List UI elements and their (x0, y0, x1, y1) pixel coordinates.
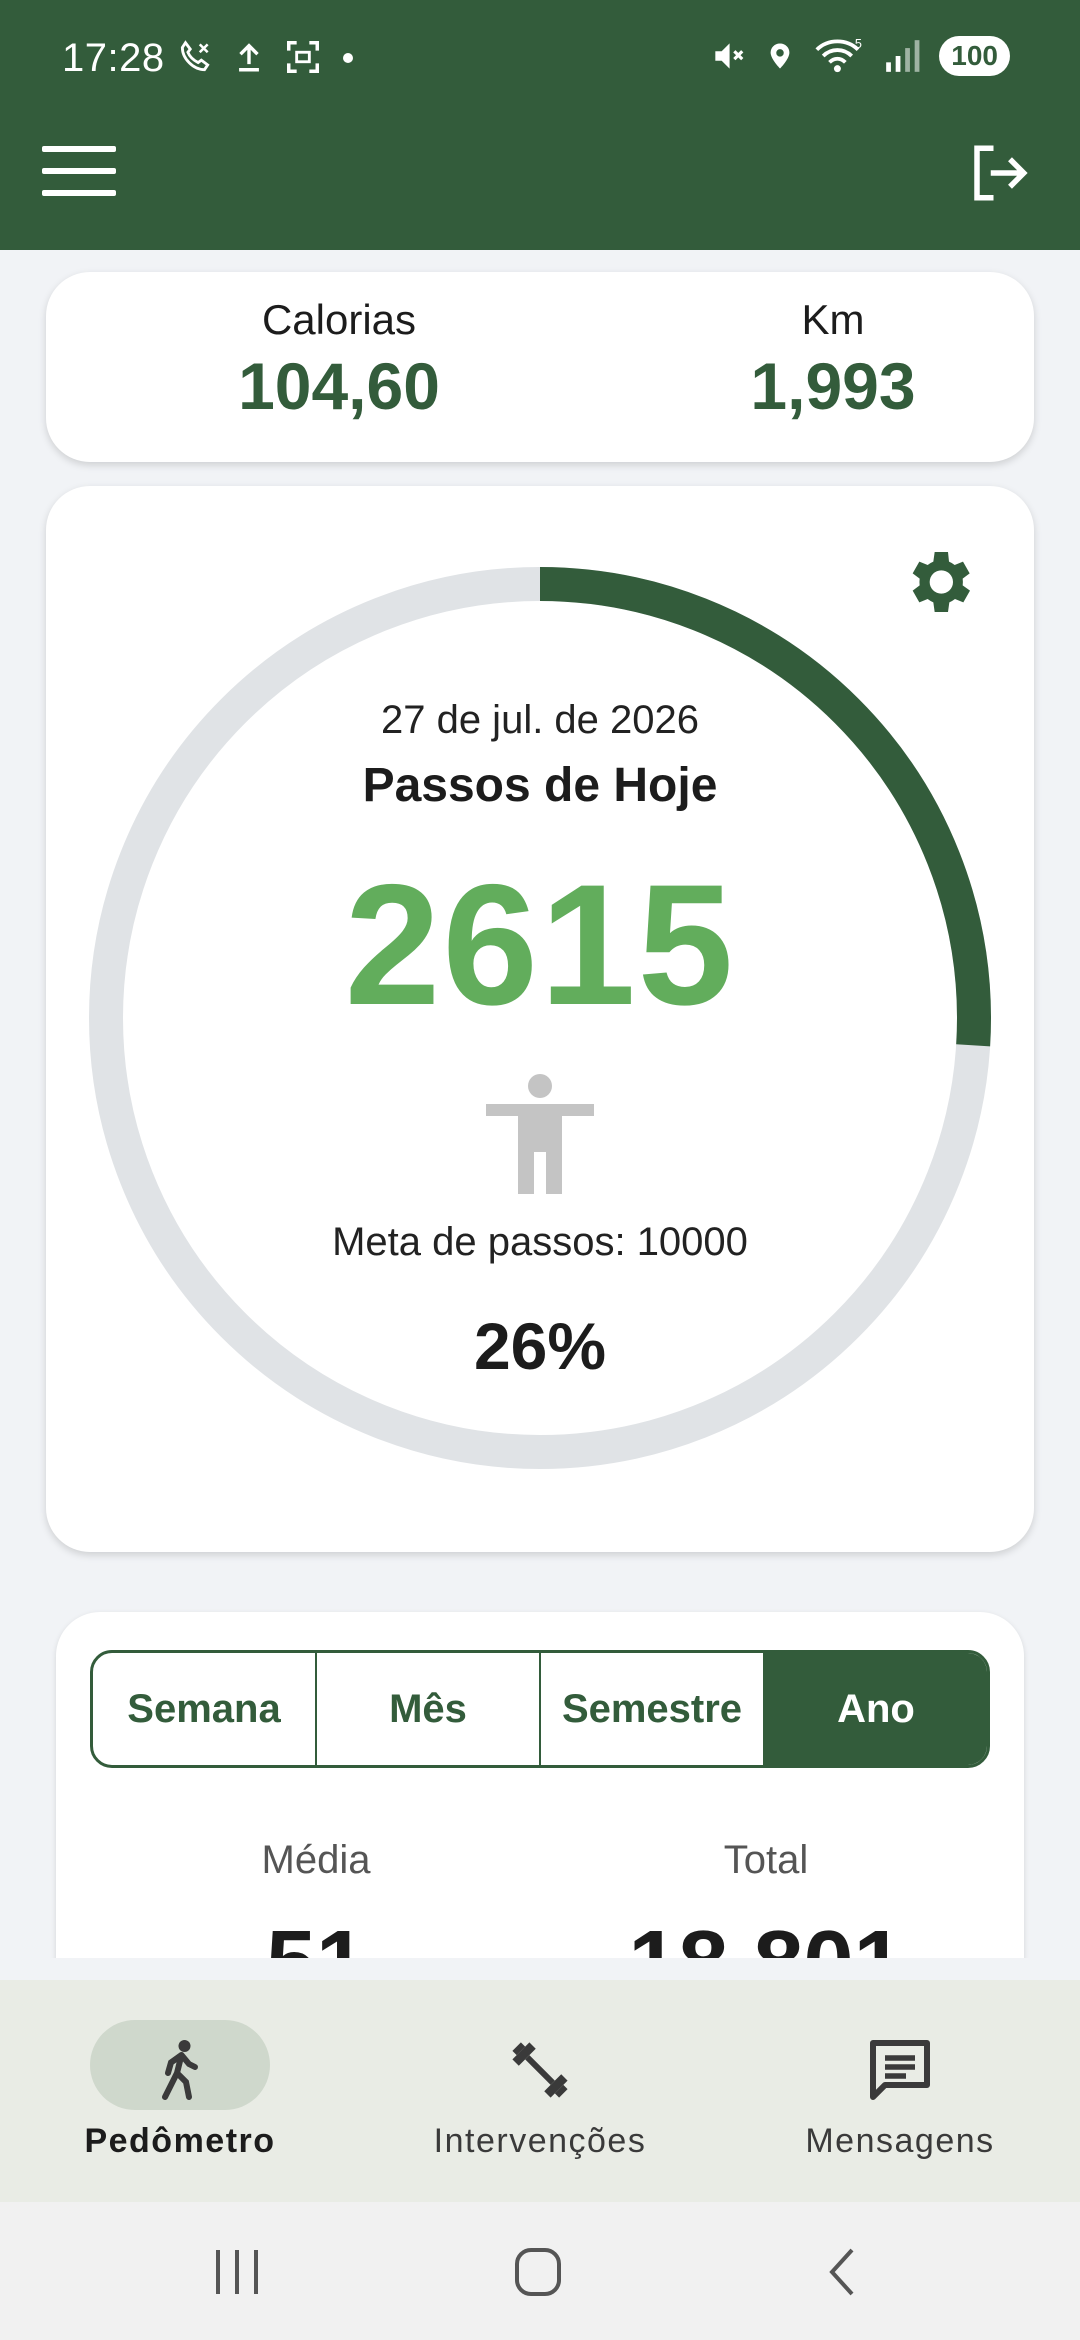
recent-apps-icon[interactable] (202, 2242, 272, 2302)
summary-card: Calorias 104,60 Km 1,993 (46, 272, 1034, 462)
average-label: Média (261, 1838, 371, 1882)
calories-stat: Calorias 104,60 (189, 296, 489, 424)
distance-stat: Km 1,993 (683, 296, 983, 424)
period-year-button[interactable]: Ano (765, 1653, 987, 1765)
steps-goal: Meta de passos: 10000 (332, 1220, 748, 1264)
steps-count: 2615 (344, 849, 736, 1041)
period-selector: Semana Mês Semestre Ano (90, 1650, 990, 1768)
calories-value: 104,60 (238, 349, 440, 423)
nav-pedometer-label: Pedômetro (84, 2122, 276, 2160)
menu-button[interactable] (42, 146, 116, 200)
call-icon (180, 40, 210, 72)
total-label: Total (723, 1838, 809, 1882)
signal-icon (886, 40, 920, 72)
km-label: Km (801, 296, 865, 343)
calories-label: Calorias (261, 296, 417, 343)
nav-messages-label: Mensagens (805, 2122, 995, 2160)
km-value: 1,993 (750, 349, 916, 423)
status-time: 17:28 (62, 36, 165, 80)
person-icon (486, 1074, 594, 1194)
dot-icon (343, 53, 353, 63)
wifi-icon: 5 (815, 37, 862, 73)
nav-pedometer[interactable]: Pedômetro (0, 1980, 360, 2202)
steps-title: Passos de Hoje (362, 759, 718, 812)
battery-indicator: 100 (939, 36, 1010, 76)
svg-text:5: 5 (855, 37, 862, 51)
nav-interventions[interactable]: Intervenções (360, 1980, 720, 2202)
screenshot-icon (287, 41, 319, 73)
settings-gear-icon[interactable] (898, 542, 978, 622)
location-icon (770, 43, 790, 69)
nav-messages[interactable]: Mensagens (720, 1980, 1080, 2202)
steps-card: 27 de jul. de 2026 Passos de Hoje 2615 M… (46, 486, 1034, 1552)
bottom-navigation: Pedômetro Intervenções Mensagens (0, 1980, 1080, 2202)
period-month-button[interactable]: Mês (317, 1653, 541, 1765)
home-icon[interactable] (503, 2242, 573, 2302)
status-bar: 17:28 5 100 (0, 0, 1080, 118)
logout-icon[interactable] (966, 140, 1032, 206)
system-navigation-bar (0, 2202, 1080, 2340)
period-semester-button[interactable]: Semestre (541, 1653, 765, 1765)
back-icon[interactable] (808, 2242, 878, 2302)
nav-interventions-label: Intervenções (433, 2122, 647, 2160)
message-icon (870, 2040, 930, 2100)
today-date: 27 de jul. de 2026 (380, 698, 700, 742)
upload-icon (239, 43, 259, 72)
dumbbell-icon (512, 2042, 568, 2098)
app-bar (0, 118, 1080, 250)
mute-icon (715, 43, 744, 69)
menu-icon (42, 146, 116, 152)
walk-icon (162, 2040, 198, 2100)
period-card: Semana Mês Semestre Ano Média Total 51 1… (56, 1612, 1024, 2013)
period-week-button[interactable]: Semana (93, 1653, 317, 1765)
progress-percent: 26% (473, 1309, 607, 1383)
